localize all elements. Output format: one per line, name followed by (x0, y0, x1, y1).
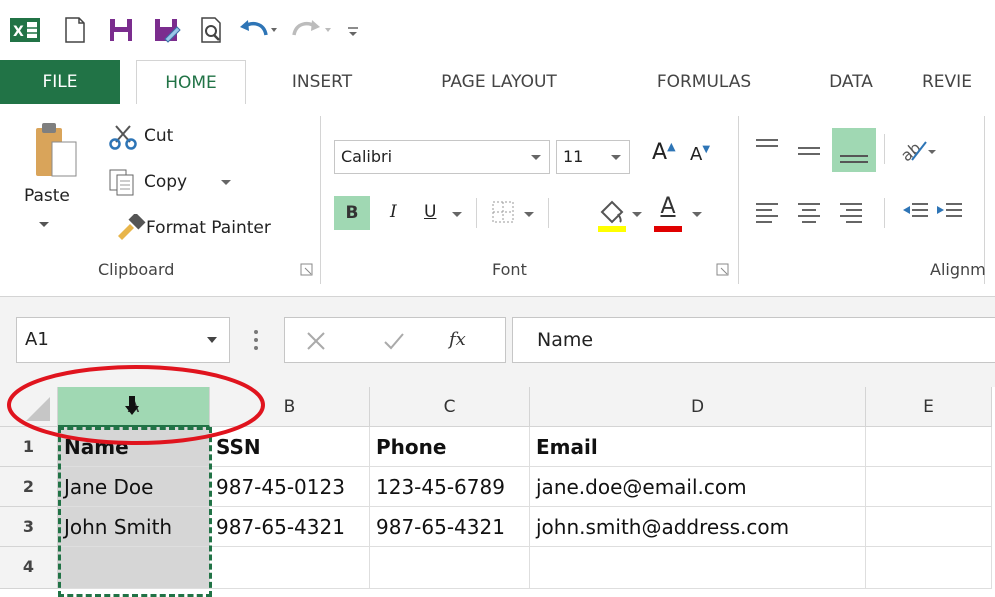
annotation-overlay (7, 365, 265, 445)
annotation-red-ellipse (7, 365, 265, 445)
